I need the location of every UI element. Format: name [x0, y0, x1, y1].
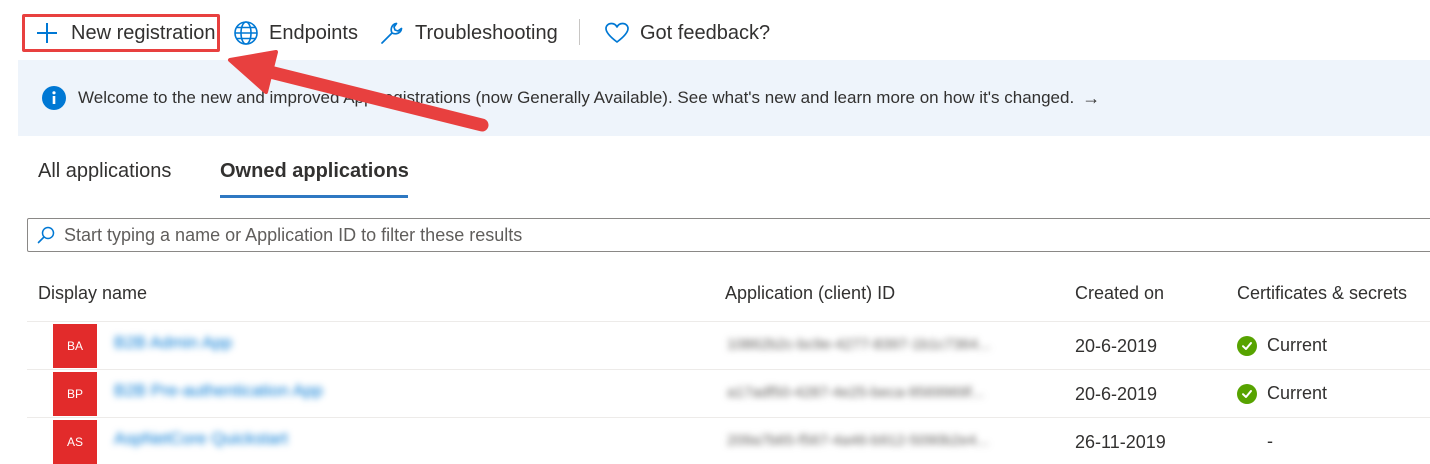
new-registration-button[interactable]: New registration [22, 14, 220, 52]
app-avatar: AS [53, 420, 97, 464]
endpoints-label: Endpoints [269, 21, 358, 44]
selected-tab-indicator [220, 195, 408, 198]
certificates-status: Current [1237, 383, 1327, 404]
certificates-status-label: - [1267, 431, 1273, 451]
app-name-link[interactable]: AspNetCore Quickstart [114, 429, 288, 449]
wrench-icon [381, 22, 403, 44]
globe-icon [234, 21, 258, 45]
search-input[interactable] [64, 224, 1364, 246]
tab-all-applications[interactable]: All applications [38, 160, 171, 183]
toolbar-divider [579, 19, 580, 45]
app-avatar: BP [53, 372, 97, 416]
table-row[interactable]: BP B2B Pre-authentication App a17adf50-4… [27, 369, 1430, 417]
app-client-id: 209a7b65-f567-4a46-b912-5090b2e4... [727, 432, 989, 449]
column-header-display-name[interactable]: Display name [38, 283, 147, 304]
search-icon [37, 226, 55, 244]
heart-icon [605, 22, 629, 43]
column-header-created-on[interactable]: Created on [1075, 283, 1164, 304]
created-date: 20-6-2019 [1075, 336, 1158, 356]
filter-search-box [27, 218, 1430, 252]
command-bar: New registration Endpoints Troubleshooti… [0, 0, 1430, 60]
banner-message: Welcome to the new and improved App regi… [78, 88, 1075, 107]
troubleshooting-button[interactable]: Troubleshooting [379, 14, 558, 52]
table-row[interactable]: BA B2B Admin App 10862b2c-bc9e-4277-8397… [27, 321, 1430, 369]
certificates-status: Current [1237, 335, 1327, 356]
app-name-link[interactable]: B2B Pre-authentication App [114, 381, 323, 401]
check-circle-icon [1237, 383, 1257, 404]
feedback-button[interactable]: Got feedback? [604, 14, 770, 52]
troubleshooting-label: Troubleshooting [415, 21, 558, 44]
endpoints-button[interactable]: Endpoints [233, 14, 358, 52]
plus-icon [37, 23, 57, 43]
column-header-client-id[interactable]: Application (client) ID [725, 283, 895, 304]
column-header-certificates[interactable]: Certificates & secrets [1237, 283, 1407, 304]
new-registration-label: New registration [71, 21, 216, 44]
check-circle-icon [1237, 335, 1257, 356]
table-row[interactable]: AS AspNetCore Quickstart 209a7b65-f567-4… [27, 417, 1430, 464]
certificates-status-label: Current [1267, 383, 1328, 403]
arrow-right-icon: → [1082, 87, 1101, 108]
info-icon [42, 86, 66, 110]
certificates-status-label: Current [1267, 335, 1328, 355]
info-banner[interactable]: Welcome to the new and improved App regi… [18, 60, 1430, 136]
tab-owned-applications[interactable]: Owned applications [220, 160, 409, 183]
app-client-id: 10862b2c-bc9e-4277-8397-1b1c7364... [727, 336, 991, 353]
app-avatar: BA [53, 324, 97, 368]
created-date: 20-6-2019 [1075, 384, 1158, 404]
feedback-label: Got feedback? [640, 21, 771, 44]
created-date: 26-11-2019 [1075, 432, 1166, 452]
app-name-link[interactable]: B2B Admin App [114, 333, 232, 353]
app-client-id: a17adf50-4287-4e25-beca-9569969f... [727, 384, 984, 401]
